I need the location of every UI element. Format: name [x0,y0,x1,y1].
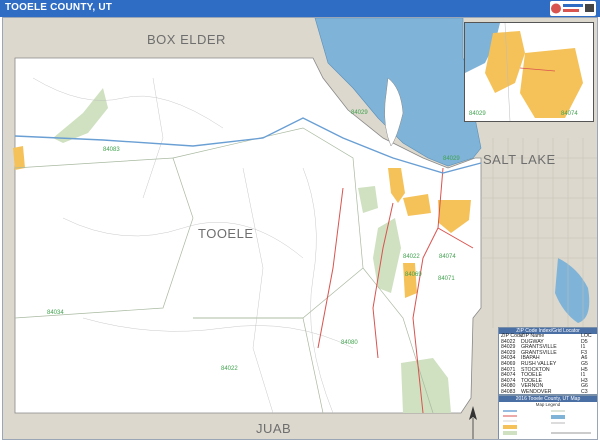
urban-stockton [403,263,417,298]
title-bar: TOOELE COUNTY, UT [0,0,600,17]
north-arrow-icon [469,406,477,439]
zip-code-index: ZIP Code Index/Grid Locator ZIP Code ZIP … [498,327,597,395]
inset-zip-label: 84074 [561,111,578,117]
zip-label: 84029 [443,156,460,162]
zip-label: 84029 [351,110,368,116]
zip-label: 84083 [103,147,120,153]
map-title: TOOELE COUNTY, UT [5,2,113,13]
urban-wendover [13,146,25,170]
legend-symbols [503,410,591,435]
county-label-tooele: TOOELE [198,226,254,241]
zip-label: 84071 [438,276,455,282]
zip-label: 84022 [403,254,420,260]
publisher-logo [550,1,596,16]
map-frame[interactable]: 84029 84083 84029 84074 84022 84069 8407… [2,17,598,440]
zip-label: 84034 [47,310,64,316]
zip-label: 84069 [405,272,422,278]
zip-label: 84080 [341,340,358,346]
county-label-salt-lake: SALT LAKE [483,152,556,167]
inset-map[interactable]: 84029 84074 [464,22,594,122]
map-legend: 2016 Tooele County, UT Map Map Legend [498,395,597,439]
county-label-box-elder: BOX ELDER [147,32,226,47]
inset-zip-label: 84029 [469,111,486,117]
county-label-juab: JUAB [256,421,292,436]
zip-label: 84074 [439,254,456,260]
zip-label: 84022 [221,366,238,372]
